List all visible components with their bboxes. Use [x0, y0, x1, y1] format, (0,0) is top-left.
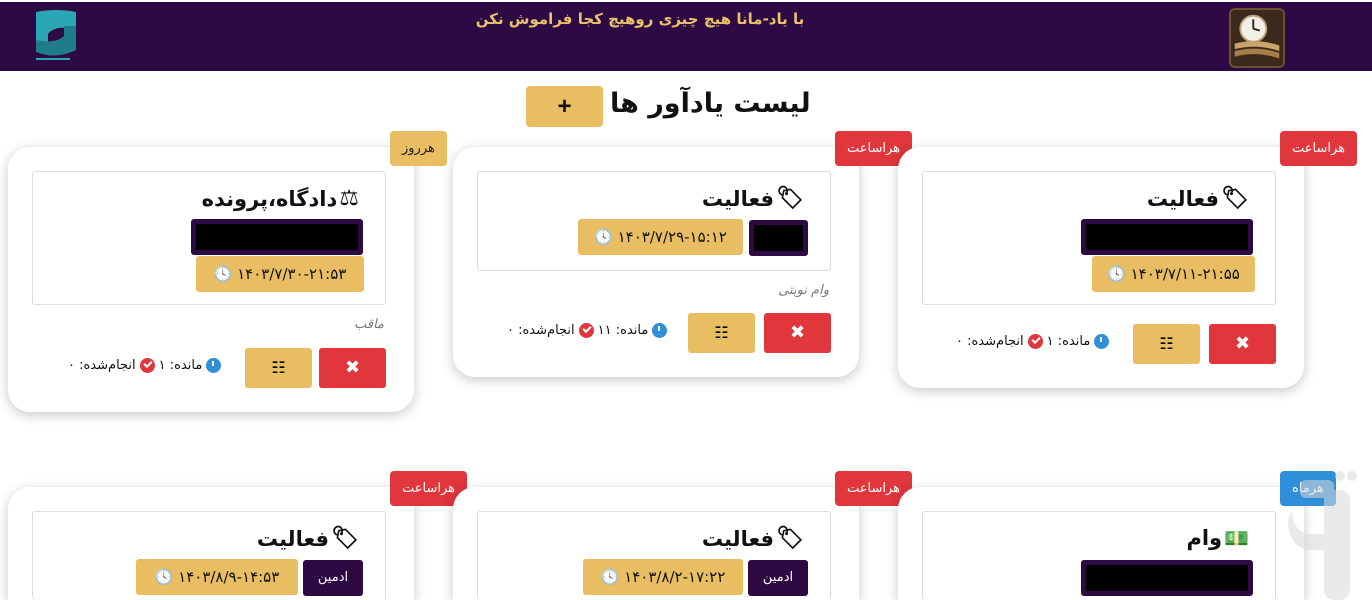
clock-icon: 🕓 — [1107, 265, 1126, 283]
list-check-icon: ☷ — [271, 358, 286, 377]
parsi-app-store-icon — [1288, 471, 1357, 600]
delete-button[interactable]: ✖ — [319, 348, 386, 388]
admin-badge: ادمین — [303, 560, 363, 596]
reminder-card: 🏷 فعالیت ادمین ۱۴۰۳/۸/۲-۱۷:۲۲ 🕓 — [453, 487, 859, 600]
card-body: ⚖ دادگاه،پرونده ۱۴۰۳/۷/۳۰-۲۱:۵۳ 🕓 — [32, 171, 386, 305]
tags-icon: 🏷 — [331, 526, 359, 551]
card-body: 🏷 فعالیت ادمین ۱۴۰۳/۸/۲-۱۷:۲۲ 🕓 — [477, 511, 831, 600]
date-badge: ۱۴۰۳/۷/۱۱-۲۱:۵۵ 🕓 — [1092, 256, 1255, 292]
tasks-list-button[interactable]: ☷ — [245, 348, 312, 388]
tags-icon: 🏷 — [1221, 186, 1249, 211]
site-logo-icon[interactable] — [30, 8, 82, 66]
card-body: 💵 وام — [922, 511, 1276, 600]
date-badge: ۱۴۰۳/۷/۲۹-۱۵:۱۲ 🕓 — [578, 219, 743, 255]
card-stats: مانده: ۱ انجام‌شده: ۰ — [68, 358, 222, 373]
clock-icon: 🕓 — [213, 265, 233, 283]
check-circle-icon — [578, 323, 594, 338]
clock-icon: 🕓 — [154, 568, 174, 586]
redacted-field — [1081, 219, 1253, 255]
redacted-field — [1081, 560, 1253, 596]
reminder-card: 🏷 فعالیت ۱۴۰۳/۷/۲۹-۱۵:۱۲ 🕓 وام نوبتی ✖ ☷… — [453, 147, 859, 377]
admin-badge: ادمین — [748, 560, 808, 596]
add-reminder-button[interactable]: + — [526, 86, 603, 127]
redacted-field — [191, 219, 363, 255]
card-note: ماقب — [354, 317, 384, 332]
card-title: 🏷 فعالیت — [256, 526, 359, 551]
clock-icon — [652, 323, 668, 338]
page-title: لیست یادآور ها — [610, 88, 811, 119]
card-stats: مانده: ۱ انجام‌شده: ۰ — [956, 334, 1110, 349]
date-badge: ۱۴۰۳/۸/۹-۱۴:۵۳ 🕓 — [136, 559, 298, 595]
tasks-list-button[interactable]: ☷ — [1133, 324, 1200, 364]
card-body: 🏷 فعالیت ۱۴۰۳/۷/۲۹-۱۵:۱۲ 🕓 — [477, 171, 831, 271]
check-circle-icon — [1027, 334, 1043, 349]
tags-icon: 🏷 — [776, 526, 804, 551]
clock-icon — [206, 358, 222, 373]
clock-wallet-icon[interactable] — [1229, 8, 1285, 68]
reminder-card: ⚖ دادگاه،پرونده ۱۴۰۳/۷/۳۰-۲۱:۵۳ 🕓 ماقب ✖… — [8, 147, 414, 412]
reminder-card: 🏷 فعالیت ادمین ۱۴۰۳/۸/۹-۱۴:۵۳ 🕓 — [8, 487, 414, 600]
card-stats: مانده: ۱۱ انجام‌شده: ۰ — [507, 323, 668, 338]
card-note: وام نوبتی — [778, 283, 829, 298]
check-circle-icon — [139, 358, 155, 373]
list-check-icon: ☷ — [1159, 334, 1174, 353]
clock-icon: 🕓 — [594, 228, 613, 246]
clock-icon — [1094, 334, 1110, 349]
top-header-bar: با یاد-مانا هیچ چیزی روهیچ کجا فراموش نک… — [0, 2, 1372, 71]
delete-button[interactable]: ✖ — [764, 313, 831, 353]
tasks-list-button[interactable]: ☷ — [688, 313, 755, 353]
delete-button[interactable]: ✖ — [1209, 324, 1276, 364]
scale-icon: ⚖ — [339, 186, 359, 211]
list-check-icon: ☷ — [714, 323, 729, 342]
header-slogan: با یاد-مانا هیچ چیزی روهیچ کجا فراموش نک… — [475, 10, 805, 28]
date-badge: ۱۴۰۳/۸/۲-۱۷:۲۲ 🕓 — [583, 559, 743, 595]
frequency-badge: هراساعت — [1280, 131, 1358, 166]
card-body: 🏷 فعالیت ۱۴۰۳/۷/۱۱-۲۱:۵۵ 🕓 — [922, 171, 1276, 305]
date-badge: ۱۴۰۳/۷/۳۰-۲۱:۵۳ 🕓 — [196, 256, 364, 292]
tags-icon: 🏷 — [776, 186, 804, 211]
card-title: 💵 وام — [1186, 526, 1249, 550]
clock-icon: 🕓 — [600, 568, 620, 586]
reminder-card: 🏷 فعالیت ۱۴۰۳/۷/۱۱-۲۱:۵۵ 🕓 ✖ ☷ مانده: ۱ … — [898, 147, 1304, 388]
card-title: 🏷 فعالیت — [701, 526, 804, 551]
redacted-field — [749, 220, 808, 256]
card-title: 🏷 فعالیت — [701, 186, 804, 211]
card-title: ⚖ دادگاه،پرونده — [201, 186, 359, 211]
card-title: 🏷 فعالیت — [1146, 186, 1249, 211]
card-body: 🏷 فعالیت ادمین ۱۴۰۳/۸/۹-۱۴:۵۳ 🕓 — [32, 511, 386, 600]
money-bill-icon: 💵 — [1224, 526, 1249, 550]
frequency-badge: هرروز — [390, 131, 447, 166]
reminder-card: 💵 وام — [898, 487, 1304, 600]
